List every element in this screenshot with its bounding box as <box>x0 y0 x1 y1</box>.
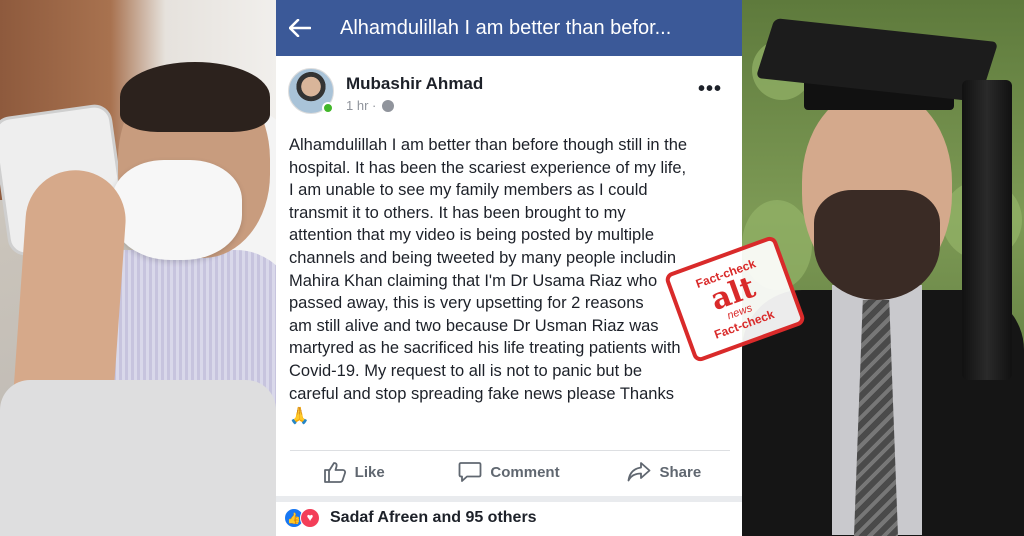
reactions-row[interactable]: 👍 ♥ Sadaf Afreen and 95 others <box>284 506 537 530</box>
post-author-row: Mubashir Ahmad 1 hr · ••• <box>288 68 730 118</box>
post-line: channels and being tweeted by many peopl… <box>289 248 677 267</box>
cap-tassel <box>962 80 1012 380</box>
like-button[interactable]: Like <box>276 452 431 492</box>
post-line: hospital. It has been the scariest exper… <box>289 158 687 177</box>
like-label: Like <box>354 463 385 481</box>
post-title: Alhamdulillah I am better than befor... <box>340 16 672 39</box>
more-options-icon[interactable]: ••• <box>698 78 722 101</box>
patient-hair <box>120 62 270 132</box>
share-button[interactable]: Share <box>587 452 742 492</box>
comment-icon <box>459 462 482 482</box>
actions-divider <box>290 450 730 451</box>
post-line: passed away, this is very upsetting for … <box>289 294 644 313</box>
beard <box>814 190 940 300</box>
post-line: I am unable to see my family members as … <box>289 181 648 200</box>
facebook-post-panel: Alhamdulillah I am better than befor... … <box>276 0 742 536</box>
post-line: attention that my video is being posted … <box>289 226 655 245</box>
section-divider <box>276 496 742 502</box>
blanket <box>0 380 276 536</box>
reactions-summary: Sadaf Afreen and 95 others <box>330 509 537 526</box>
share-icon <box>628 462 651 482</box>
love-reaction-icon: ♥ <box>300 508 320 528</box>
post-time: 1 hr · <box>346 98 377 113</box>
post-line: Alhamdulillah I am better than before th… <box>289 136 688 154</box>
post-line: transmit it to others. It has been broug… <box>289 203 626 222</box>
share-label: Share <box>659 463 702 481</box>
fb-header-bar: Alhamdulillah I am better than befor... <box>276 0 742 56</box>
post-meta: 1 hr · <box>346 98 395 113</box>
globe-icon <box>382 99 395 112</box>
post-actions-bar: Like Comment Share <box>276 452 742 492</box>
back-arrow-icon[interactable] <box>276 0 324 56</box>
post-line: careful and stop spreading fake news ple… <box>289 384 674 403</box>
folded-hands-emoji: 🙏 <box>289 407 310 426</box>
post-line: am still alive and two because Dr Usman … <box>289 316 659 335</box>
face-mask <box>112 160 242 260</box>
post-line: Covid-19. My request to all is not to pa… <box>289 361 643 380</box>
post-line: martyred as he sacrificed his life treat… <box>289 339 681 358</box>
comment-label: Comment <box>490 463 560 481</box>
left-photo-patient <box>0 0 276 536</box>
online-status-dot <box>322 102 334 114</box>
thumbs-up-icon <box>323 462 346 483</box>
comment-button[interactable]: Comment <box>431 452 586 492</box>
author-name[interactable]: Mubashir Ahmad <box>346 74 483 94</box>
